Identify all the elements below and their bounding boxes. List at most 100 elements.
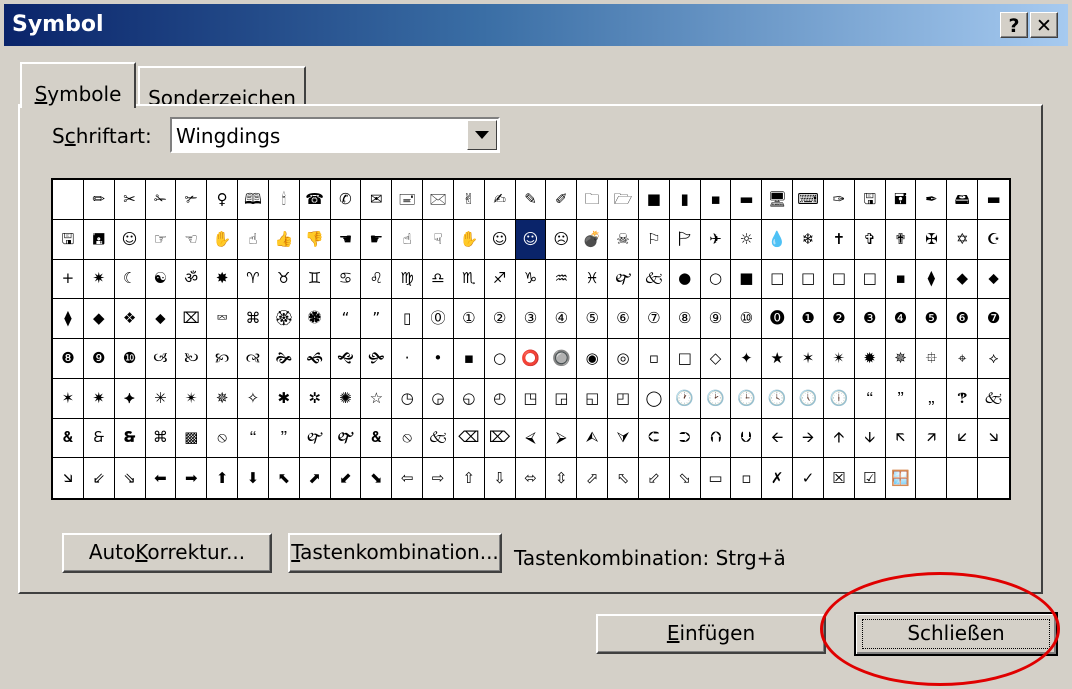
symbol-cell[interactable]: ☝ bbox=[238, 219, 269, 260]
symbol-cell[interactable]: ⇨ bbox=[423, 458, 454, 498]
help-button[interactable]: ? bbox=[1000, 12, 1028, 38]
symbol-cell[interactable]: 🡩 bbox=[823, 418, 855, 459]
symbol-cell[interactable]: ⦸ bbox=[207, 418, 239, 459]
symbol-cell[interactable]: ✳ bbox=[145, 378, 177, 419]
symbol-cell[interactable]: ⬋ bbox=[331, 458, 362, 498]
symbol-cell[interactable]: ❺ bbox=[916, 299, 948, 339]
symbol-cell[interactable]: ⌨ bbox=[793, 180, 824, 220]
symbol-cell[interactable]: 🡮 bbox=[978, 419, 1009, 459]
symbol-cell[interactable]: 🙡 bbox=[207, 339, 239, 379]
symbol-cell[interactable]: ✐ bbox=[546, 180, 578, 220]
symbol-cell[interactable]: ✴ bbox=[823, 339, 855, 379]
symbol-cell[interactable]: ✁ bbox=[145, 180, 177, 220]
symbol-cell[interactable]: 🡮 bbox=[53, 458, 84, 498]
symbol-cell[interactable]: ⮉ bbox=[700, 418, 732, 459]
symbol-cell[interactable]: ▮ bbox=[669, 180, 701, 220]
symbol-cell[interactable]: 🕔 bbox=[793, 378, 824, 419]
symbol-cell[interactable]: 🙰 bbox=[608, 259, 639, 300]
symbol-cell[interactable]: ☹ bbox=[546, 219, 578, 260]
symbol-cell[interactable]: ⌘ bbox=[238, 299, 269, 339]
symbol-cell[interactable]: ◲ bbox=[546, 378, 578, 419]
autokorrektur-button[interactable]: AutoKorrektur... bbox=[62, 533, 272, 573]
symbol-cell[interactable]: ⬀ bbox=[577, 458, 609, 498]
symbol-cell[interactable]: ⌘ bbox=[145, 418, 177, 459]
symbol-cell[interactable]: ☆ bbox=[361, 378, 393, 419]
symbol-cell[interactable]: 🙱 bbox=[330, 418, 362, 459]
symbol-cell[interactable]: ✌ bbox=[453, 180, 485, 220]
symbol-cell[interactable]: 🡯 bbox=[947, 418, 979, 459]
symbol-cell[interactable]: ◎ bbox=[608, 339, 639, 379]
symbol-cell[interactable]: ☯ bbox=[145, 259, 177, 300]
symbol-cell[interactable]: ♏ bbox=[453, 259, 485, 300]
symbol-cell[interactable]: 🕐 bbox=[669, 378, 701, 419]
symbol-cell[interactable]: ⮋ bbox=[731, 418, 763, 459]
symbol-cell[interactable]: 🡬 bbox=[885, 418, 917, 459]
symbol-cell[interactable]: 🕒 bbox=[731, 378, 763, 419]
symbol-cell[interactable]: 🖴 bbox=[947, 180, 979, 220]
symbol-cell[interactable]: ♑ bbox=[515, 259, 547, 300]
symbol-cell[interactable]: ♌ bbox=[361, 259, 393, 300]
symbol-cell[interactable]: ◷ bbox=[392, 378, 424, 419]
symbol-cell[interactable]: ★ bbox=[762, 339, 794, 379]
symbol-cell[interactable]: 🖫 bbox=[854, 180, 886, 220]
symbol-cell[interactable]: ✧ bbox=[238, 378, 269, 419]
symbol-cell[interactable]: ⧫ bbox=[916, 259, 948, 300]
symbol-cell[interactable]: 🙠 bbox=[176, 339, 208, 379]
symbol-cell[interactable]: ⓪ bbox=[423, 299, 454, 339]
symbol-cell[interactable]: ☜ bbox=[176, 219, 208, 260]
symbol-cell[interactable]: ⑨ bbox=[700, 299, 732, 339]
symbol-cell[interactable]: ✺ bbox=[330, 378, 362, 419]
symbol-cell[interactable]: ③ bbox=[515, 299, 547, 339]
symbol-cell[interactable]: ♒ bbox=[546, 259, 578, 300]
symbol-cell[interactable]: ⧫ bbox=[53, 299, 84, 339]
symbol-cell[interactable]: ⟡ bbox=[978, 339, 1009, 379]
tab-symbole[interactable]: Symbole bbox=[20, 62, 136, 108]
symbol-cell[interactable]: ⬆ bbox=[207, 458, 239, 498]
symbol-cell[interactable]: ⌫ bbox=[453, 418, 485, 459]
tab-sonderzeichen[interactable]: Sonderzeichen bbox=[138, 66, 306, 110]
title-bar[interactable]: Symbol ? ✕ bbox=[4, 4, 1068, 46]
symbol-cell[interactable]: 🙣 bbox=[238, 339, 269, 379]
symbol-cell[interactable]: ⬂ bbox=[670, 458, 701, 498]
symbol-cell[interactable]: ✶ bbox=[793, 339, 824, 379]
symbol-cell[interactable]: ✵ bbox=[207, 378, 239, 419]
symbol-cell[interactable]: ॐ bbox=[176, 259, 208, 300]
symbol-cell[interactable]: ◉ bbox=[577, 339, 609, 379]
symbol-cell[interactable]: ” bbox=[361, 299, 393, 339]
symbol-cell[interactable]: 🙳 bbox=[114, 418, 146, 459]
symbol-cell[interactable]: 🪟 bbox=[886, 458, 917, 498]
symbol-cell[interactable]: ⬁ bbox=[608, 458, 639, 498]
symbol-cell[interactable]: ④ bbox=[546, 299, 578, 339]
symbol-cell[interactable]: ❸ bbox=[854, 299, 886, 339]
symbol-cell[interactable]: 🗀 bbox=[577, 180, 609, 220]
symbol-cell[interactable]: 🙷 bbox=[885, 378, 917, 419]
symbol-cell[interactable]: 🖫 bbox=[53, 219, 84, 260]
symbol-cell[interactable]: ⌖ bbox=[947, 339, 979, 379]
symbol-cell[interactable]: ✃ bbox=[176, 180, 208, 220]
symbol-cell[interactable]: ◇ bbox=[700, 339, 732, 379]
symbol-cell[interactable]: 🕓 bbox=[762, 378, 794, 419]
symbol-cell[interactable]: ♉ bbox=[268, 259, 300, 300]
symbol-cell[interactable]: ❹ bbox=[885, 299, 917, 339]
symbol-cell[interactable]: ① bbox=[453, 299, 485, 339]
symbol-cell[interactable]: ✠ bbox=[916, 219, 948, 260]
symbol-cell[interactable]: 🗁 bbox=[608, 180, 639, 220]
symbol-cell[interactable]: 👎 bbox=[299, 219, 331, 260]
symbol-cell[interactable]: ⑧ bbox=[669, 299, 701, 339]
symbol-cell[interactable]: 🙢 bbox=[145, 339, 177, 379]
symbol-cell[interactable]: 🖥 bbox=[762, 180, 794, 220]
symbol-cell[interactable]: ✸ bbox=[207, 259, 239, 300]
symbol-cell[interactable]: ☑ bbox=[855, 458, 886, 498]
symbol-cell[interactable]: ☺ bbox=[484, 219, 516, 260]
symbol-cell[interactable]: ❽ bbox=[53, 339, 84, 379]
symbol-cell[interactable]: ⇧ bbox=[454, 458, 485, 498]
symbol-cell[interactable]: ▬ bbox=[978, 180, 1009, 220]
symbol-cell[interactable]: ▪ bbox=[885, 259, 917, 300]
symbol-cell[interactable]: 💣 bbox=[577, 219, 609, 260]
symbol-cell[interactable]: ⮚ bbox=[546, 418, 578, 459]
symbol-cell[interactable]: ✡ bbox=[947, 219, 979, 260]
symbol-cell[interactable]: ⌦ bbox=[484, 418, 516, 459]
symbol-cell[interactable]: ♊ bbox=[299, 259, 331, 300]
symbol-cell[interactable]: 🙶 bbox=[854, 378, 886, 419]
symbol-cell[interactable]: ⮊ bbox=[669, 418, 701, 459]
